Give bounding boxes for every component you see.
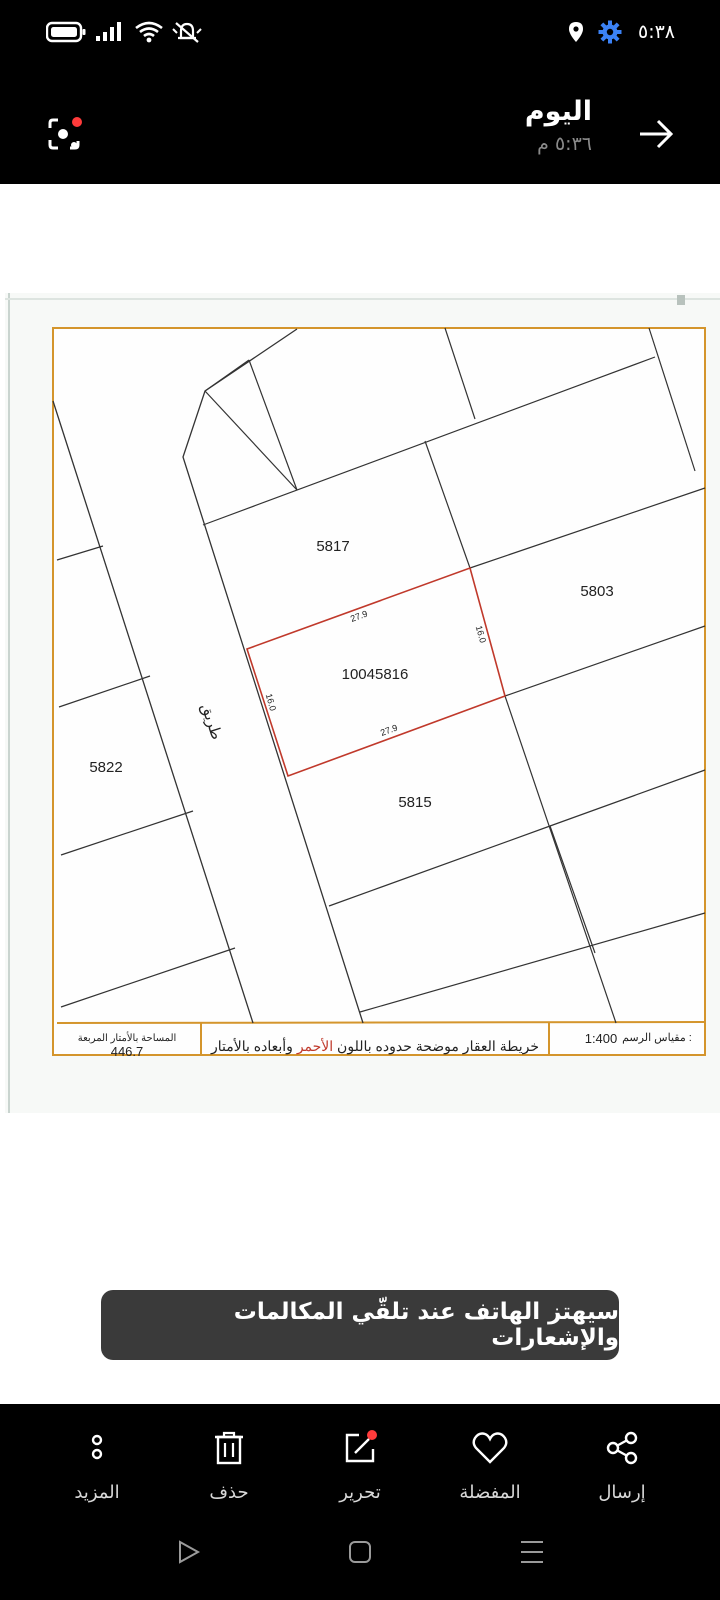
back-nav-icon [179, 1540, 201, 1564]
battery-icon [46, 0, 86, 64]
parcel-5822: 5822 [89, 759, 122, 776]
survey-map-photo: 5817 5803 10045816 5815 5822 27.9 27.9 1… [5, 293, 720, 1113]
delete-label: حذف [209, 1482, 249, 1503]
location-icon [568, 0, 584, 64]
scan-lens-icon [48, 117, 82, 150]
survey-map: 5817 5803 10045816 5815 5822 27.9 27.9 1… [5, 293, 720, 1113]
delete-button[interactable]: حذف [174, 1428, 284, 1503]
share-button[interactable]: إرسال [567, 1428, 677, 1503]
parcel-5817: 5817 [316, 538, 349, 555]
back-nav-button[interactable] [168, 1532, 208, 1572]
parcel-5815: 5815 [398, 794, 431, 811]
header-titles: اليوم ٥:٣٦ م [525, 94, 592, 156]
parcel-5803: 5803 [580, 583, 613, 600]
vibration-toast: سيهتز الهاتف عند تلقّي المكالمات والإشعا… [101, 1290, 619, 1360]
recents-nav-button[interactable] [512, 1532, 552, 1572]
recents-nav-icon [521, 1541, 543, 1563]
more-icon [91, 1434, 103, 1460]
settings-gear-icon [598, 0, 622, 64]
parcel-main: 10045816 [342, 666, 409, 683]
arrow-right-icon [640, 119, 674, 149]
area-value: 446.7 [111, 1044, 144, 1059]
page-title: اليوم [524, 96, 592, 127]
share-icon [606, 1431, 638, 1465]
edit-icon [345, 1430, 377, 1463]
home-nav-button[interactable] [340, 1532, 380, 1572]
wifi-icon [134, 0, 164, 64]
edit-label: تحرير [339, 1482, 381, 1503]
page-subtitle: ٥:٣٦ م [537, 133, 592, 155]
scan-lens-button[interactable] [44, 114, 84, 154]
heart-icon [472, 1432, 508, 1464]
home-nav-icon [349, 1541, 371, 1563]
scale-label: مقياس الرسم : [622, 1032, 692, 1044]
gallery-header: اليوم ٥:٣٦ م [0, 64, 720, 184]
more-button[interactable]: المزيد [42, 1428, 152, 1503]
trash-icon [215, 1431, 243, 1465]
bottom-action-bar: إرسال المفضلة تحرير حذف المزيد [0, 1404, 720, 1600]
scale-value: 1:400 [585, 1031, 618, 1046]
favorite-button[interactable]: المفضلة [435, 1428, 545, 1503]
share-label: إرسال [598, 1482, 646, 1503]
status-time: ٥:٣٨ [638, 21, 676, 43]
signal-icon [95, 0, 123, 64]
mute-icon [172, 0, 202, 64]
back-button[interactable] [636, 114, 676, 154]
edit-button[interactable]: تحرير [305, 1428, 415, 1503]
map-caption: خريطة العقار موضحة حدوده باللون الأحمر و… [210, 1036, 539, 1055]
more-label: المزيد [74, 1482, 120, 1503]
status-bar: ٥:٣٨ [0, 0, 720, 64]
favorite-label: المفضلة [459, 1482, 521, 1503]
area-label: المساحة بالأمتار المربعة [78, 1032, 177, 1044]
